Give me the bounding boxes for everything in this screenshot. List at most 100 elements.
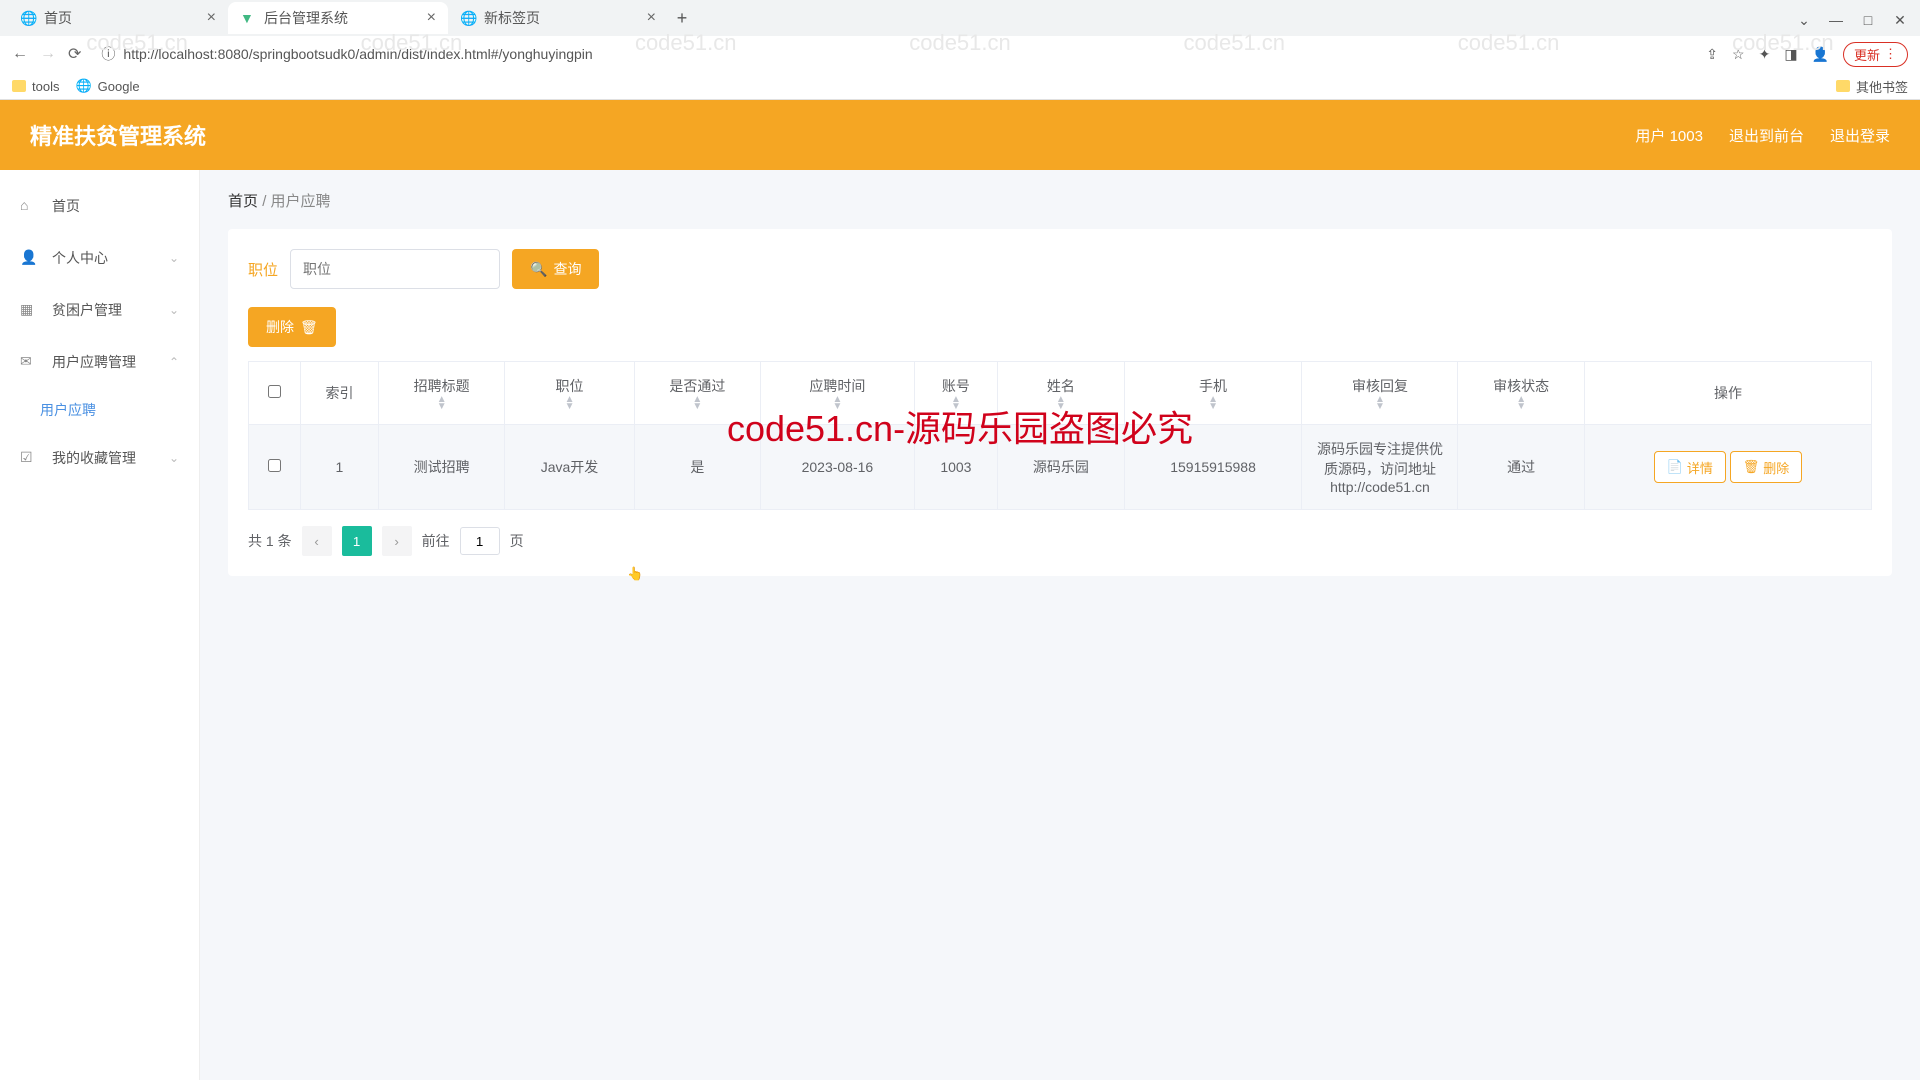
chevron-down-icon[interactable]: ⌄ [1792, 8, 1816, 32]
home-icon: ⌂ [20, 197, 38, 215]
reload-icon[interactable]: ⟳ [68, 44, 81, 64]
cell-index: 1 [300, 425, 378, 510]
star-icon[interactable]: ☆ [1732, 46, 1745, 63]
app: 精准扶贫管理系统 用户 1003 退出到前台 退出登录 ⌂首页 👤个人中心⌄ ▦… [0, 100, 1920, 1080]
trash-icon: 🗑 [300, 319, 318, 336]
app-header: 精准扶贫管理系统 用户 1003 退出到前台 退出登录 [0, 100, 1920, 170]
col-checkbox [249, 362, 301, 425]
nav-logout[interactable]: 退出登录 [1830, 125, 1890, 146]
globe-icon: 🌐 [460, 10, 476, 26]
bookmark-tools[interactable]: tools [12, 78, 59, 94]
breadcrumb: 首页 / 用户应聘 [200, 190, 1920, 229]
address-bar: ← → ⟳ ⓘhttp://localhost:8080/springboots… [0, 36, 1920, 72]
col-pass[interactable]: 是否通过▲▼ [634, 362, 760, 425]
trash-icon: 🗑 [1743, 459, 1760, 475]
table-row[interactable]: 1 测试招聘 Java开发 是 2023-08-16 1003 源码乐园 159… [249, 425, 1872, 510]
cell-status: 通过 [1458, 425, 1584, 510]
cell-name: 源码乐园 [998, 425, 1124, 510]
cell-pass: 是 [634, 425, 760, 510]
browser-tab-0[interactable]: 🌐 首页 × [8, 2, 228, 34]
sidebar: ⌂首页 👤个人中心⌄ ▦贫困户管理⌄ ✉用户应聘管理⌃ 用户应聘 ☑我的收藏管理… [0, 170, 200, 1080]
col-name[interactable]: 姓名▲▼ [998, 362, 1124, 425]
sidebar-item-apply[interactable]: ✉用户应聘管理⌃ [0, 336, 199, 388]
profile-icon[interactable]: 👤 [1812, 46, 1829, 63]
url-text: http://localhost:8080/springbootsudk0/ad… [123, 46, 592, 62]
col-title[interactable]: 招聘标题▲▼ [378, 362, 504, 425]
menu-icon: ⋮ [1884, 46, 1897, 62]
next-page[interactable]: › [382, 526, 412, 556]
globe-icon: 🌐 [20, 10, 36, 26]
tab-bar: 🌐 首页 × ▼ 后台管理系统 × 🌐 新标签页 × + ⌄ — □ ✕ [0, 0, 1920, 36]
cell-ops: 📄详情 🗑删除 [1584, 425, 1871, 510]
col-phone[interactable]: 手机▲▼ [1124, 362, 1302, 425]
back-icon[interactable]: ← [12, 45, 28, 63]
sidebar-item-user-apply[interactable]: 用户应聘 [0, 388, 199, 432]
row-checkbox[interactable] [268, 459, 281, 472]
cell-title: 测试招聘 [378, 425, 504, 510]
tab-label: 首页 [44, 8, 72, 28]
detail-button[interactable]: 📄详情 [1654, 451, 1726, 483]
row-delete-button[interactable]: 🗑删除 [1730, 451, 1803, 483]
doc-icon: 📄 [1667, 459, 1683, 475]
checkbox-all[interactable] [268, 385, 281, 398]
globe-icon: 🌐 [75, 78, 91, 94]
crumb-home[interactable]: 首页 [228, 193, 258, 210]
page-1[interactable]: 1 [342, 526, 372, 556]
search-input[interactable] [290, 249, 500, 289]
share-icon[interactable]: ⇪ [1706, 46, 1718, 63]
folder-icon [12, 80, 26, 92]
sidebar-item-favorites[interactable]: ☑我的收藏管理⌄ [0, 432, 199, 484]
close-icon[interactable]: × [427, 9, 436, 27]
minimize-icon[interactable]: — [1824, 8, 1848, 32]
col-index[interactable]: 索引 [300, 362, 378, 425]
panel: 职位 🔍查询 删除 🗑 索引 招聘标题▲▼ 职位▲▼ 是否通过▲▼ 应聘时间▲▼… [228, 229, 1892, 576]
nav-user[interactable]: 用户 1003 [1635, 125, 1703, 146]
nav-front[interactable]: 退出到前台 [1729, 125, 1804, 146]
main: 首页 / 用户应聘 职位 🔍查询 删除 🗑 索引 招聘标题▲▼ 职位▲▼ 是否通… [200, 170, 1920, 1080]
browser-chrome: 🌐 首页 × ▼ 后台管理系统 × 🌐 新标签页 × + ⌄ — □ ✕ ← → ⟳ ⓘht… [0, 0, 1920, 100]
col-reply[interactable]: 审核回复▲▼ [1302, 362, 1458, 425]
search-row: 职位 🔍查询 [248, 249, 1872, 289]
sidepanel-icon[interactable]: ◨ [1784, 46, 1797, 63]
app-title: 精准扶贫管理系统 [30, 119, 206, 151]
url-field[interactable]: ⓘhttp://localhost:8080/springbootsudk0/a… [93, 44, 1694, 64]
sidebar-item-profile[interactable]: 👤个人中心⌄ [0, 232, 199, 284]
close-window-icon[interactable]: ✕ [1888, 8, 1912, 32]
sidebar-item-poverty[interactable]: ▦贫困户管理⌄ [0, 284, 199, 336]
cell-phone: 15915915988 [1124, 425, 1302, 510]
extensions-icon[interactable]: ✦ [1759, 46, 1771, 63]
cell-position: Java开发 [505, 425, 634, 510]
col-position[interactable]: 职位▲▼ [505, 362, 634, 425]
col-account[interactable]: 账号▲▼ [914, 362, 997, 425]
grid-icon: ▦ [20, 301, 38, 319]
goto-input[interactable] [460, 527, 500, 555]
delete-button[interactable]: 删除 🗑 [248, 307, 336, 347]
col-date[interactable]: 应聘时间▲▼ [761, 362, 915, 425]
col-status[interactable]: 审核状态▲▼ [1458, 362, 1584, 425]
vue-icon: ▼ [240, 10, 256, 26]
bookmark-other[interactable]: 其他书签 [1836, 77, 1908, 96]
search-label: 职位 [248, 259, 278, 280]
pagination: 共 1 条 ‹ 1 › 前往 页 [248, 526, 1872, 556]
forward-icon[interactable]: → [40, 45, 56, 63]
update-button[interactable]: 更新⋮ [1843, 42, 1908, 67]
new-tab-button[interactable]: + [668, 4, 696, 32]
tab-label: 新标签页 [484, 8, 540, 28]
browser-tab-2[interactable]: 🌐 新标签页 × [448, 2, 668, 34]
close-icon[interactable]: × [647, 9, 656, 27]
prev-page[interactable]: ‹ [302, 526, 332, 556]
sidebar-item-home[interactable]: ⌂首页 [0, 180, 199, 232]
search-button[interactable]: 🔍查询 [512, 249, 599, 289]
bookmark-google[interactable]: 🌐Google [75, 78, 139, 94]
bookmark-bar: tools 🌐Google 其他书签 [0, 72, 1920, 100]
maximize-icon[interactable]: □ [1856, 8, 1880, 32]
col-ops: 操作 [1584, 362, 1871, 425]
app-nav: 用户 1003 退出到前台 退出登录 [1635, 125, 1890, 146]
data-table: 索引 招聘标题▲▼ 职位▲▼ 是否通过▲▼ 应聘时间▲▼ 账号▲▼ 姓名▲▼ 手… [248, 361, 1872, 510]
browser-tab-1[interactable]: ▼ 后台管理系统 × [228, 2, 448, 34]
goto-label: 前往 [422, 531, 450, 551]
tab-label: 后台管理系统 [264, 8, 348, 28]
page-unit: 页 [510, 531, 524, 551]
folder-icon [1836, 80, 1850, 92]
close-icon[interactable]: × [207, 9, 216, 27]
